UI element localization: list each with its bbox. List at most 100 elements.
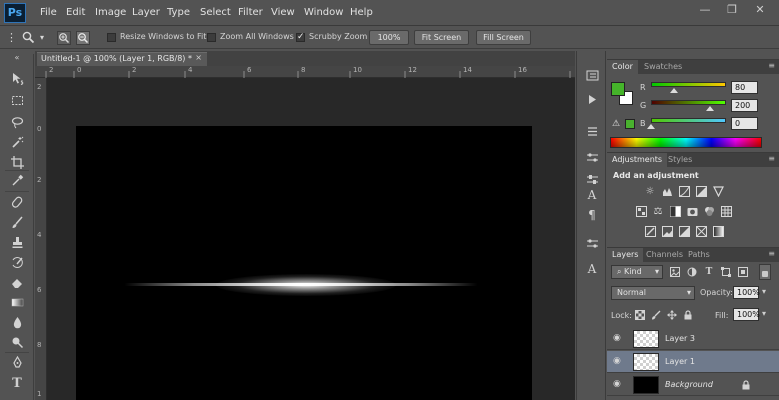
layer-filter-kind-dropdown[interactable]: ⌕ Kind ▾: [611, 265, 663, 279]
filter-type-layer-icon[interactable]: T: [704, 267, 714, 277]
scrubby-zoom-checkbox[interactable]: ✓: [296, 33, 305, 42]
move-tool-icon[interactable]: [8, 72, 26, 88]
vibrance-icon[interactable]: [712, 186, 724, 198]
blue-slider-thumb[interactable]: [647, 124, 655, 129]
blue-slider-track[interactable]: [651, 118, 726, 123]
magic-wand-tool-icon[interactable]: [8, 136, 26, 152]
green-slider-track[interactable]: [651, 100, 726, 105]
adjustments-panel-menu-icon[interactable]: ≡: [768, 154, 775, 163]
selective-color-icon[interactable]: [695, 226, 707, 238]
brush-tool-icon[interactable]: [8, 216, 26, 232]
color-balance-icon[interactable]: ⚖: [652, 206, 664, 218]
zoom-tool-preset-icon[interactable]: [20, 31, 36, 47]
tab-channels[interactable]: Channels: [641, 248, 688, 262]
opacity-chevron-down-icon[interactable]: ▾: [762, 287, 766, 296]
black-white-icon[interactable]: [669, 206, 681, 218]
gradient-tool-icon[interactable]: [8, 296, 26, 312]
hue-saturation-icon[interactable]: [635, 206, 647, 218]
menu-select[interactable]: Select: [200, 7, 231, 18]
color-panel-menu-icon[interactable]: ≡: [768, 61, 775, 70]
lasso-tool-icon[interactable]: [8, 116, 26, 132]
menu-edit[interactable]: Edit: [66, 7, 85, 18]
brush-presets-panel-icon[interactable]: [584, 125, 600, 141]
lock-transparent-pixels-icon[interactable]: [635, 310, 645, 320]
red-slider-track[interactable]: [651, 82, 726, 87]
document-tab[interactable]: Untitled-1 @ 100% (Layer 1, RGB/8) * ×: [37, 52, 207, 66]
close-button[interactable]: ✕: [752, 3, 768, 17]
healing-brush-tool-icon[interactable]: [8, 196, 26, 212]
brush-panel-icon[interactable]: [584, 151, 600, 167]
green-slider-thumb[interactable]: [706, 106, 714, 111]
fit-screen-button[interactable]: Fit Screen: [414, 30, 469, 45]
menu-help[interactable]: Help: [350, 7, 373, 18]
tab-adjustments[interactable]: Adjustments: [607, 153, 668, 167]
blur-tool-icon[interactable]: [8, 316, 26, 332]
blend-mode-dropdown[interactable]: Normal ▾: [611, 286, 695, 300]
visibility-eye-icon[interactable]: ◉: [613, 333, 621, 343]
eyedropper-tool-icon[interactable]: [8, 174, 26, 190]
exposure-icon[interactable]: [695, 186, 707, 198]
curves-icon[interactable]: [678, 186, 690, 198]
layer-row[interactable]: ◉ Layer 3: [607, 328, 779, 350]
filter-shape-layer-icon[interactable]: [721, 267, 731, 277]
lock-position-icon[interactable]: [667, 310, 677, 320]
eraser-tool-icon[interactable]: [8, 276, 26, 292]
character-panel-icon[interactable]: A: [584, 187, 600, 203]
tab-styles[interactable]: Styles: [663, 153, 697, 167]
opacity-field[interactable]: 100%: [733, 286, 760, 299]
channel-mixer-icon[interactable]: [703, 206, 715, 218]
zoom-in-icon[interactable]: [57, 31, 71, 45]
dodge-tool-icon[interactable]: [8, 336, 26, 352]
levels-icon[interactable]: [661, 186, 673, 198]
menu-filter[interactable]: Filter: [238, 7, 263, 18]
lock-all-icon[interactable]: [683, 310, 693, 320]
menu-window[interactable]: Window: [304, 7, 343, 18]
tab-paths[interactable]: Paths: [683, 248, 715, 262]
filter-smart-object-icon[interactable]: [738, 267, 748, 277]
menu-type[interactable]: Type: [167, 7, 190, 18]
actions-panel-icon[interactable]: [584, 93, 600, 109]
clone-stamp-tool-icon[interactable]: [8, 236, 26, 252]
filter-toggle-switch[interactable]: [759, 264, 771, 280]
menu-image[interactable]: Image: [95, 7, 126, 18]
tab-color[interactable]: Color: [607, 60, 638, 74]
tab-swatches[interactable]: Swatches: [639, 60, 687, 74]
menu-layer[interactable]: Layer: [132, 7, 160, 18]
type-tool-icon[interactable]: T: [8, 376, 26, 392]
preset-chevron-down-icon[interactable]: ▾: [38, 32, 46, 44]
tab-layers[interactable]: Layers: [607, 248, 644, 262]
fill-chevron-down-icon[interactable]: ▾: [762, 309, 766, 318]
brightness-contrast-icon[interactable]: ☼: [644, 186, 656, 198]
fill-screen-button[interactable]: Fill Screen: [476, 30, 531, 45]
color-lookup-icon[interactable]: [720, 206, 732, 218]
zoom-all-windows-checkbox[interactable]: [207, 33, 216, 42]
history-brush-tool-icon[interactable]: [8, 256, 26, 272]
restore-button[interactable]: ❐: [724, 3, 740, 17]
visibility-eye-icon[interactable]: ◉: [613, 379, 621, 389]
resize-windows-checkbox[interactable]: [107, 33, 116, 42]
layer-row[interactable]: ◉ Background: [607, 374, 779, 396]
pen-tool-icon[interactable]: [8, 355, 26, 372]
gradient-map-icon[interactable]: [712, 226, 724, 238]
red-slider-thumb[interactable]: [670, 88, 678, 93]
lock-image-pixels-icon[interactable]: [651, 310, 661, 320]
properties-panel-icon[interactable]: [584, 237, 600, 253]
foreground-color-swatch[interactable]: [611, 82, 625, 96]
visibility-eye-icon[interactable]: ◉: [613, 356, 621, 366]
zoom-out-icon[interactable]: [76, 31, 90, 45]
zoom-100-button[interactable]: 100%: [369, 30, 409, 45]
blue-value-field[interactable]: 0: [731, 117, 758, 130]
toolbox-collapse-icon[interactable]: «: [8, 54, 26, 62]
menu-file[interactable]: File: [40, 7, 57, 18]
photo-filter-icon[interactable]: [686, 206, 698, 218]
green-value-field[interactable]: 200: [731, 99, 758, 112]
gamut-color-swatch[interactable]: [625, 119, 635, 129]
document-canvas[interactable]: [76, 126, 532, 400]
layer-row-selected[interactable]: ◉ Layer 1: [607, 351, 779, 373]
layers-panel-menu-icon[interactable]: ≡: [768, 249, 775, 258]
filter-adjustment-layer-icon[interactable]: [687, 267, 697, 277]
menu-view[interactable]: View: [271, 7, 295, 18]
fill-field[interactable]: 100%: [733, 308, 760, 321]
posterize-icon[interactable]: [661, 226, 673, 238]
color-spectrum-ramp[interactable]: [610, 137, 762, 148]
